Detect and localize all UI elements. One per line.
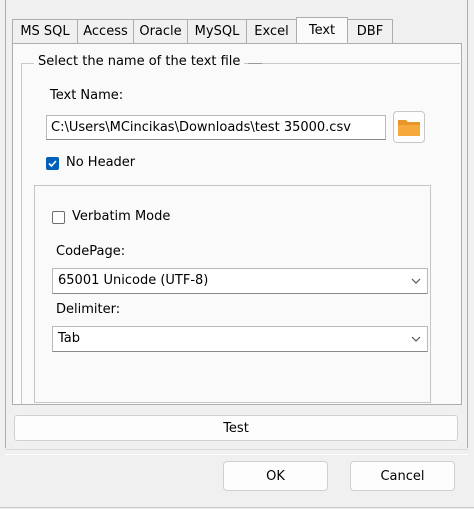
verbatim-mode-checkbox[interactable]	[52, 211, 65, 224]
window-right-border	[467, 0, 468, 448]
tab-ms-sql[interactable]: MS SQL	[12, 19, 78, 43]
tab-oracle[interactable]: Oracle	[133, 19, 188, 43]
separator	[5, 449, 468, 450]
test-button[interactable]: Test	[14, 415, 458, 441]
codepage-label: CodePage:	[56, 244, 126, 259]
no-header-label[interactable]: No Header	[66, 155, 135, 170]
tab-excel[interactable]: Excel	[246, 19, 297, 43]
delimiter-label: Delimiter:	[56, 302, 121, 317]
delimiter-select[interactable]: Tab	[52, 326, 428, 352]
tab-dbf[interactable]: DBF	[347, 19, 393, 43]
no-header-checkbox[interactable]	[46, 157, 59, 170]
separator-highlight	[5, 454, 468, 455]
delimiter-value: Tab	[58, 331, 81, 346]
folder-icon	[398, 120, 420, 136]
chevron-down-icon	[411, 336, 421, 342]
ok-button[interactable]: OK	[223, 461, 328, 491]
window-left-border	[5, 0, 6, 448]
browse-button[interactable]	[393, 111, 425, 143]
chevron-down-icon	[411, 278, 421, 284]
tab-mysql[interactable]: MySQL	[187, 19, 247, 43]
group-title: Select the name of the text file	[34, 54, 245, 69]
tab-text[interactable]: Text	[296, 17, 348, 43]
tab-strip: MS SQL Access Oracle MySQL Excel Text DB…	[12, 17, 393, 43]
checkmark-icon	[48, 160, 57, 168]
cancel-button[interactable]: Cancel	[350, 461, 455, 491]
group-title-line	[248, 63, 262, 64]
codepage-select[interactable]: 65001 Unicode (UTF-8)	[52, 268, 428, 294]
tab-access[interactable]: Access	[77, 19, 134, 43]
window-bottom-border	[0, 507, 474, 508]
codepage-value: 65001 Unicode (UTF-8)	[58, 273, 209, 288]
verbatim-mode-label[interactable]: Verbatim Mode	[72, 209, 170, 224]
text-name-label: Text Name:	[50, 88, 124, 103]
text-name-input[interactable]	[46, 115, 386, 140]
